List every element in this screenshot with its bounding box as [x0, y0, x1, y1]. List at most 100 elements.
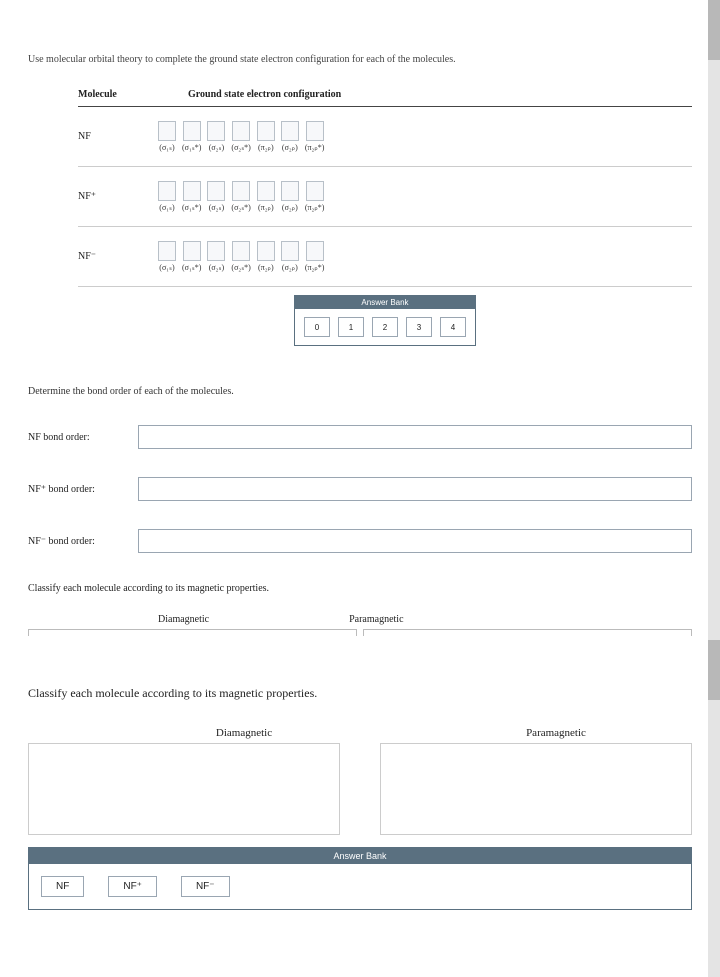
- zone-diamagnetic-label: Diamagnetic: [158, 614, 209, 625]
- orbital-label: (σ₂ₛ): [209, 143, 224, 152]
- orbital-label: (σ₂ₛ*): [231, 143, 250, 152]
- orbital-label: (σ₂ₛ): [209, 263, 224, 272]
- molecule-label: NF⁻: [78, 251, 158, 262]
- orbital-box[interactable]: [306, 121, 324, 141]
- bond-order-input-nf[interactable]: [138, 425, 692, 449]
- orbital-box[interactable]: [207, 181, 225, 201]
- zone-diamagnetic-bar[interactable]: [28, 629, 357, 636]
- zone-paramagnetic-bar[interactable]: [363, 629, 692, 636]
- orbital-label: (σ₂ₛ*): [231, 203, 250, 212]
- orbital-box[interactable]: [257, 181, 275, 201]
- zone-diamagnetic-header: Diamagnetic: [108, 727, 380, 739]
- bond-order-row-nf: NF bond order:: [28, 425, 692, 449]
- magnetic-mini-zones: Diamagnetic Paramagnetic: [158, 614, 692, 625]
- config-row-nfplus: NF⁺ (σ₁ₛ) (σ₁ₛ*) (σ₂ₛ) (σ₂ₛ*) (π₂ₚ) (σ₂ₚ…: [78, 167, 692, 227]
- answer-bank-title: Answer Bank: [295, 296, 475, 309]
- orbital-set: (σ₁ₛ) (σ₁ₛ*) (σ₂ₛ) (σ₂ₛ*) (π₂ₚ) (σ₂ₚ) (π…: [158, 181, 324, 212]
- magnetic-big: Classify each molecule according to its …: [28, 686, 692, 910]
- orbital-label: (π₂ₚ*): [305, 203, 325, 212]
- scrollbar-thumb-bottom[interactable]: [708, 640, 720, 700]
- bond-order-label: NF⁻ bond order:: [28, 536, 138, 547]
- orbital-label: (σ₁ₛ): [159, 263, 174, 272]
- orbital-label: (σ₂ₚ): [282, 203, 298, 212]
- magnetic-mini-bars: [28, 629, 692, 636]
- magnetic-mini-title: Classify each molecule according to its …: [28, 583, 692, 594]
- orbital-box[interactable]: [158, 121, 176, 141]
- orbital-label: (π₂ₚ): [258, 263, 274, 272]
- answer-tile[interactable]: 1: [338, 317, 364, 337]
- orbital-label: (σ₁ₛ*): [182, 203, 201, 212]
- molecule-label: NF⁺: [78, 191, 158, 202]
- dropzone-paramagnetic[interactable]: [380, 743, 692, 835]
- orbital-label: (π₂ₚ): [258, 143, 274, 152]
- header-config: Ground state electron configuration: [158, 89, 692, 100]
- orbital-label: (σ₁ₛ): [159, 143, 174, 152]
- magnetic-big-zone-headers: Diamagnetic Paramagnetic: [108, 727, 692, 739]
- orbital-label: (π₂ₚ*): [305, 263, 325, 272]
- config-table: Molecule Ground state electron configura…: [78, 85, 692, 346]
- magnetic-big-title: Classify each molecule according to its …: [28, 686, 692, 701]
- answer-bank-2-body: NF NF⁺ NF⁻: [29, 864, 691, 909]
- orbital-box[interactable]: [158, 181, 176, 201]
- page: Use molecular orbital theory to complete…: [0, 0, 720, 977]
- orbital-box[interactable]: [232, 241, 250, 261]
- answer-tile[interactable]: 0: [304, 317, 330, 337]
- chip-nf[interactable]: NF: [41, 876, 84, 897]
- orbital-box[interactable]: [306, 241, 324, 261]
- orbital-box[interactable]: [257, 241, 275, 261]
- answer-tile[interactable]: 4: [440, 317, 466, 337]
- orbital-label: (π₂ₚ*): [305, 143, 325, 152]
- orbital-box[interactable]: [232, 121, 250, 141]
- orbital-label: (σ₂ₛ*): [231, 263, 250, 272]
- orbital-label: (σ₂ₚ): [282, 263, 298, 272]
- bond-order-input-nfplus[interactable]: [138, 477, 692, 501]
- magnetic-mini: Classify each molecule according to its …: [28, 583, 692, 636]
- orbital-box[interactable]: [281, 241, 299, 261]
- orbital-box[interactable]: [207, 241, 225, 261]
- bond-order-input-nfminus[interactable]: [138, 529, 692, 553]
- chip-nfminus[interactable]: NF⁻: [181, 876, 230, 897]
- magnetic-big-zones: [28, 743, 692, 835]
- zone-paramagnetic-header: Paramagnetic: [420, 727, 692, 739]
- orbital-set: (σ₁ₛ) (σ₁ₛ*) (σ₂ₛ) (σ₂ₛ*) (π₂ₚ) (σ₂ₚ) (π…: [158, 121, 324, 152]
- bond-order-row-nfminus: NF⁻ bond order:: [28, 529, 692, 553]
- molecule-label: NF: [78, 131, 158, 142]
- worksheet: Use molecular orbital theory to complete…: [0, 0, 720, 930]
- orbital-label: (σ₂ₛ): [209, 203, 224, 212]
- bond-order-title: Determine the bond order of each of the …: [28, 386, 692, 397]
- answer-tile[interactable]: 2: [372, 317, 398, 337]
- answer-tile[interactable]: 3: [406, 317, 432, 337]
- bond-order-label: NF bond order:: [28, 432, 138, 443]
- header-molecule: Molecule: [78, 89, 158, 100]
- answer-bank-2: Answer Bank NF NF⁺ NF⁻: [28, 847, 692, 910]
- zone-paramagnetic-label: Paramagnetic: [349, 614, 403, 625]
- orbital-box[interactable]: [183, 181, 201, 201]
- answer-bank: Answer Bank 0 1 2 3 4: [294, 295, 476, 346]
- orbital-box[interactable]: [257, 121, 275, 141]
- scrollbar-thumb-top[interactable]: [708, 0, 720, 60]
- orbital-label: (σ₁ₛ*): [182, 143, 201, 152]
- orbital-label: (σ₁ₛ*): [182, 263, 201, 272]
- config-header: Molecule Ground state electron configura…: [78, 85, 692, 107]
- bond-order-row-nfplus: NF⁺ bond order:: [28, 477, 692, 501]
- dropzone-diamagnetic[interactable]: [28, 743, 340, 835]
- orbital-label: (π₂ₚ): [258, 203, 274, 212]
- orbital-box[interactable]: [281, 121, 299, 141]
- orbital-box[interactable]: [306, 181, 324, 201]
- orbital-label: (σ₂ₚ): [282, 143, 298, 152]
- orbital-box[interactable]: [207, 121, 225, 141]
- config-row-nf: NF (σ₁ₛ) (σ₁ₛ*) (σ₂ₛ) (σ₂ₛ*) (π₂ₚ) (σ₂ₚ)…: [78, 107, 692, 167]
- orbital-box[interactable]: [158, 241, 176, 261]
- orbital-set: (σ₁ₛ) (σ₁ₛ*) (σ₂ₛ) (σ₂ₛ*) (π₂ₚ) (σ₂ₚ) (π…: [158, 241, 324, 272]
- orbital-box[interactable]: [281, 181, 299, 201]
- orbital-box[interactable]: [232, 181, 250, 201]
- bond-order-label: NF⁺ bond order:: [28, 484, 138, 495]
- scrollbar-track[interactable]: [708, 0, 720, 977]
- chip-nfplus[interactable]: NF⁺: [108, 876, 157, 897]
- orbital-label: (σ₁ₛ): [159, 203, 174, 212]
- answer-bank-2-title: Answer Bank: [29, 848, 691, 864]
- orbital-box[interactable]: [183, 241, 201, 261]
- answer-bank-body: 0 1 2 3 4: [295, 309, 475, 345]
- orbital-box[interactable]: [183, 121, 201, 141]
- intro-text: Use molecular orbital theory to complete…: [28, 54, 692, 65]
